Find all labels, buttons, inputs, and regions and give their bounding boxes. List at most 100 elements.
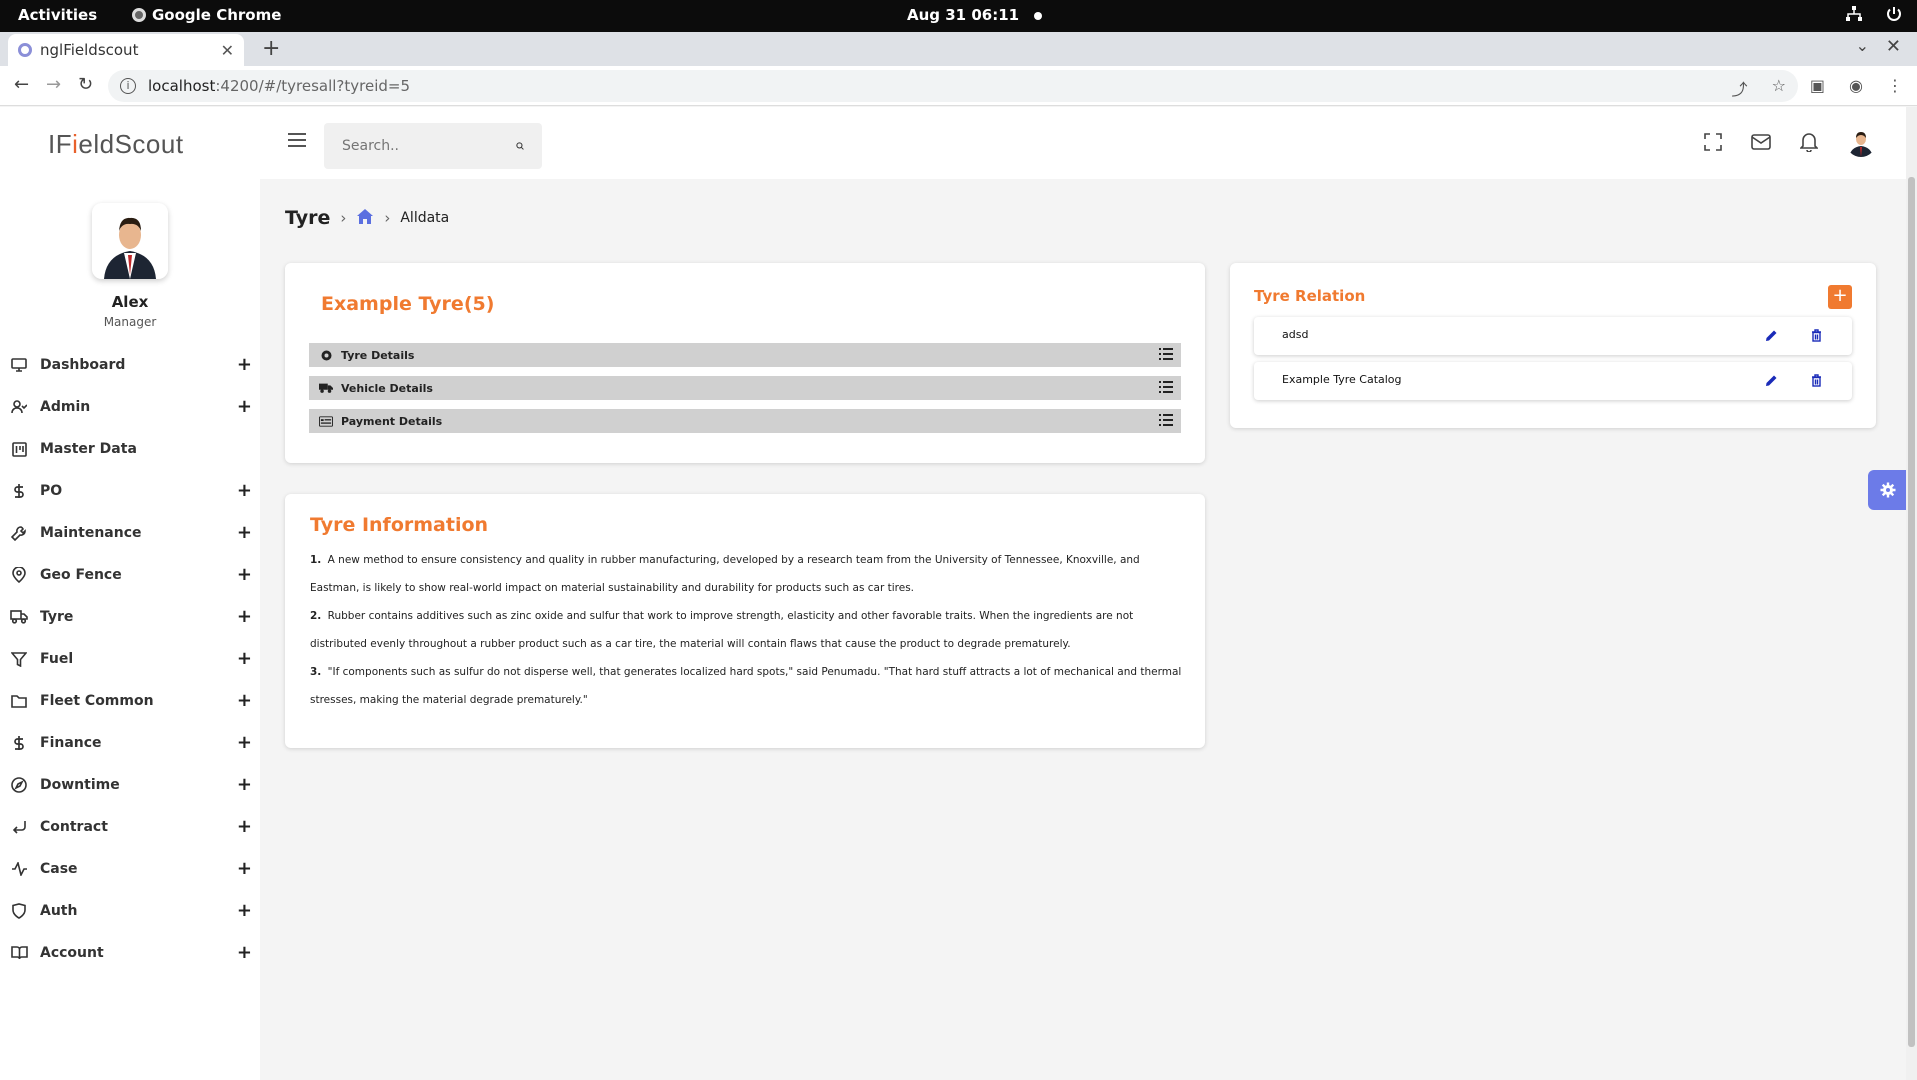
mail-icon[interactable] [1750,131,1772,153]
info-paragraph: 1. A new method to ensure consistency an… [310,546,1182,602]
new-tab-icon[interactable]: + [262,36,280,61]
activity-icon [10,860,28,878]
edit-icon[interactable] [1765,329,1778,345]
relation-label: Example Tyre Catalog [1282,373,1402,386]
delete-icon[interactable] [1811,374,1822,390]
sidebar-item-fuel[interactable]: Fuel + [0,638,260,680]
window-close-icon[interactable]: ✕ [1886,36,1901,57]
forward-icon[interactable]: → [46,74,61,95]
accordion-label: Tyre Details [341,348,415,362]
header-avatar[interactable] [1846,127,1876,157]
paragraph-text: Rubber contains additives such as zinc o… [310,610,1134,650]
dollar-icon [10,734,28,752]
sidebar-item-fleet-common[interactable]: Fleet Common + [0,680,260,722]
expand-plus-icon[interactable]: + [237,606,252,627]
sidebar-item-master-data[interactable]: Master Data [0,428,260,470]
tab-strip: nglFieldscout ✕ ⌄ ✕ [0,32,1917,66]
clock[interactable]: Aug 31 06:11 [907,6,1019,24]
sidebar-item-geo-fence[interactable]: Geo Fence + [0,554,260,596]
sidebar-item-tyre[interactable]: Tyre + [0,596,260,638]
expand-plus-icon[interactable]: + [237,354,252,375]
notification-dot-icon [1034,12,1042,20]
add-relation-button[interactable]: + [1828,285,1852,309]
sidebar-item-auth[interactable]: Auth + [0,890,260,932]
search-input[interactable] [342,138,516,154]
sidebar-item-maintenance[interactable]: Maintenance + [0,512,260,554]
list-icon[interactable] [1159,414,1173,429]
system-tray[interactable] [1845,5,1903,23]
menu-toggle-icon[interactable] [288,133,306,147]
expand-plus-icon[interactable]: + [237,774,252,795]
relation-card-title: Tyre Relation [1254,287,1366,305]
accordion-vehicle-details[interactable]: Vehicle Details [309,376,1181,400]
expand-plus-icon[interactable]: + [237,858,252,879]
toolbar-actions: ⤴ ☆ ▣ ◉ ⋮ [1732,76,1903,100]
back-icon[interactable]: ← [14,74,29,95]
browser-toolbar: ← → ↻ i localhost:4200/#/tyresall?tyreid… [0,66,1917,106]
filter-icon [10,650,28,668]
board-icon [10,440,28,458]
app-menu[interactable]: Google Chrome [132,6,281,24]
fullscreen-icon[interactable] [1702,131,1724,153]
expand-plus-icon[interactable]: + [237,480,252,501]
profile-icon[interactable]: ◉ [1849,76,1863,100]
sidebar-item-downtime[interactable]: Downtime + [0,764,260,806]
expand-plus-icon[interactable]: + [237,690,252,711]
sidebar-item-po[interactable]: PO + [0,470,260,512]
expand-plus-icon[interactable]: + [237,564,252,585]
relation-label: adsd [1282,328,1309,341]
page-scrollbar[interactable] [1906,107,1917,1080]
list-icon[interactable] [1159,348,1173,363]
sidebar-menu: Dashboard + Admin + Master Data PO + Maintenanc… [0,344,260,974]
expand-plus-icon[interactable]: + [237,522,252,543]
url-path: :4200/#/tyresall?tyreid=5 [215,77,410,95]
browser-tab[interactable]: nglFieldscout ✕ [8,34,244,66]
home-icon[interactable] [356,208,374,229]
settings-button[interactable] [1868,470,1908,510]
sidebar-item-label: Contract [40,819,108,835]
relation-item: adsd [1254,317,1852,355]
expand-plus-icon[interactable]: + [237,816,252,837]
sidebar-item-account[interactable]: Account + [0,932,260,974]
shield-icon [10,902,28,920]
sidebar-item-dashboard[interactable]: Dashboard + [0,344,260,386]
activities-button[interactable]: Activities [18,6,97,24]
bookmark-star-icon[interactable]: ☆ [1772,76,1786,100]
share-icon[interactable]: ⤴ [1732,76,1748,100]
address-bar[interactable]: i localhost:4200/#/tyresall?tyreid=5 [108,70,1798,102]
sidebar-item-finance[interactable]: Finance + [0,722,260,764]
site-info-icon[interactable]: i [120,78,136,94]
expand-plus-icon[interactable]: + [237,942,252,963]
chrome-menu-icon[interactable]: ⋮ [1887,76,1903,100]
sidebar-item-admin[interactable]: Admin + [0,386,260,428]
delete-icon[interactable] [1811,329,1822,345]
expand-plus-icon[interactable]: + [237,900,252,921]
search-icon[interactable] [516,139,524,153]
sidebar-item-label: Fleet Common [40,693,154,709]
accordion-tyre-details[interactable]: Tyre Details [309,343,1181,367]
reload-icon[interactable]: ↻ [78,74,93,95]
scrollbar-thumb[interactable] [1908,177,1915,1047]
sidebar-item-case[interactable]: Case + [0,848,260,890]
list-icon[interactable] [1159,381,1173,396]
app-logo[interactable]: IFieldScout [48,129,184,160]
info-card-title: Tyre Information [310,514,489,536]
side-panel-icon[interactable]: ▣ [1810,76,1825,100]
expand-plus-icon[interactable]: + [237,732,252,753]
expand-plus-icon[interactable]: + [237,396,252,417]
sidebar-item-label: Downtime [40,777,120,793]
tab-search-icon[interactable]: ⌄ [1856,36,1869,55]
user-icon [10,398,28,416]
user-avatar[interactable] [92,203,168,279]
gear-icon [1880,482,1896,498]
edit-icon[interactable] [1765,374,1778,390]
tyre-card-title: Example Tyre(5) [321,293,495,315]
monitor-icon [10,356,28,374]
sidebar-item-label: Admin [40,399,91,415]
bell-icon[interactable] [1798,131,1820,153]
close-tab-icon[interactable]: ✕ [221,41,234,60]
expand-plus-icon[interactable]: + [237,648,252,669]
user-role: Manager [103,315,157,329]
accordion-payment-details[interactable]: Payment Details [309,409,1181,433]
sidebar-item-contract[interactable]: Contract + [0,806,260,848]
